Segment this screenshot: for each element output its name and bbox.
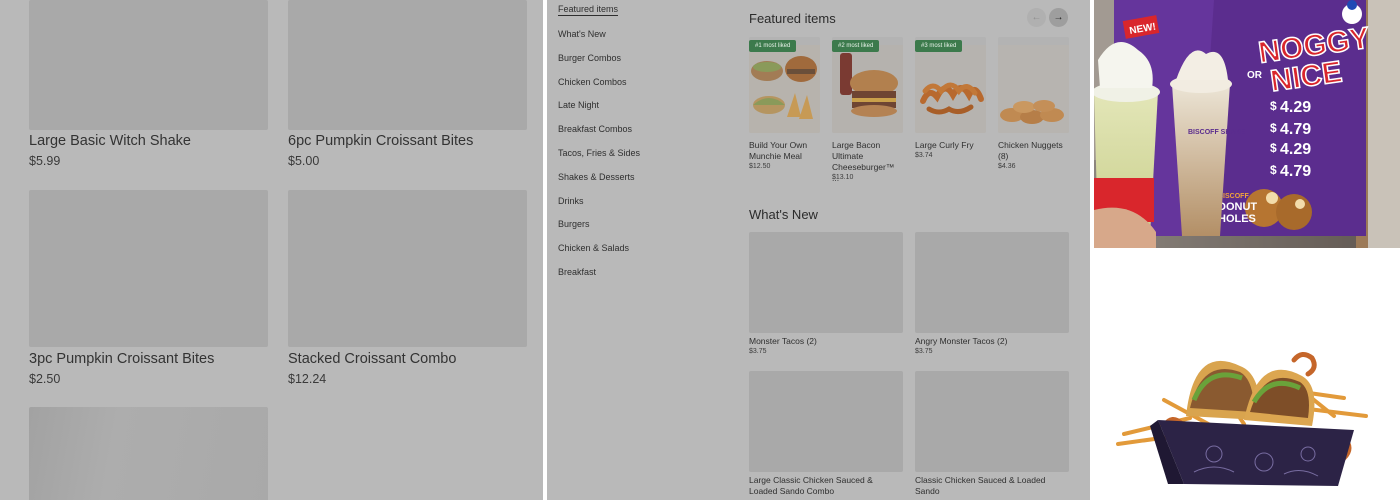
svg-text:HOLES: HOLES	[1218, 213, 1256, 225]
product-price: $12.24	[288, 372, 327, 386]
product-name[interactable]: 3pc Pumpkin Croissant Bites	[29, 351, 214, 367]
svg-text:4.29: 4.29	[1280, 99, 1311, 116]
item-price: $3.75	[915, 348, 933, 355]
sidebar-item-featured[interactable]: Featured items	[558, 4, 619, 16]
svg-text:DONUT: DONUT	[1218, 201, 1257, 213]
featured-item-price: $12.50	[749, 163, 771, 170]
featured-item-image	[998, 37, 1069, 133]
svg-text:$: $	[1270, 141, 1277, 155]
sidebar-item-late-night[interactable]: Late Night	[558, 100, 599, 110]
product-image[interactable]	[29, 407, 268, 500]
item-image	[749, 371, 903, 472]
sidebar-item-chicken-combos[interactable]: Chicken Combos	[558, 77, 627, 87]
featured-item-name: Chicken Nuggets (8)	[998, 140, 1063, 161]
item-name: Large Classic Chicken Sauced & Loaded Sa…	[749, 475, 873, 496]
svg-text:OR: OR	[1247, 70, 1263, 81]
product-name[interactable]: Large Basic Witch Shake	[29, 133, 191, 149]
item-name: Monster Tacos (2)	[749, 336, 817, 346]
product-image[interactable]	[29, 190, 268, 347]
most-liked-badge: #1 most liked	[749, 40, 797, 52]
svg-text:4.29: 4.29	[1280, 141, 1311, 158]
product-name[interactable]: Stacked Croissant Combo	[288, 351, 456, 367]
sidebar-item-burger-combos[interactable]: Burger Combos	[558, 53, 621, 63]
sidebar-item-tacos-fries-sides[interactable]: Tacos, Fries & Sides	[558, 148, 640, 158]
featured-item-price: $3.74	[915, 152, 933, 159]
svg-text:BISCOFF SHAKE: BISCOFF SHAKE	[1188, 129, 1246, 136]
product-image[interactable]	[29, 0, 268, 130]
svg-text:4.79: 4.79	[1280, 121, 1311, 138]
sidebar-item-shakes-desserts[interactable]: Shakes & Desserts	[558, 172, 635, 182]
sidebar-item-drinks[interactable]: Drinks	[558, 196, 584, 206]
arrow-right-icon: →	[1053, 12, 1064, 23]
item-image	[915, 232, 1069, 333]
arrow-left-icon: ←	[1031, 12, 1042, 23]
product-price: $5.00	[288, 154, 320, 168]
most-liked-badge: #2 most liked	[832, 40, 880, 52]
item-name: Angry Monster Tacos (2)	[915, 336, 1008, 346]
sidebar-item-chicken-salads[interactable]: Chicken & Salads	[558, 243, 629, 253]
item-name: Classic Chicken Sauced & Loaded Sando	[915, 475, 1046, 496]
item-image	[749, 232, 903, 333]
screenshot-collage: Large Basic Witch Shake $5.99 6pc Pumpki…	[0, 0, 1400, 500]
product-grid-panel: Large Basic Witch Shake $5.99 6pc Pumpki…	[0, 0, 543, 500]
featured-section-title: Featured items	[749, 11, 836, 26]
carousel-next-button[interactable]: →	[1049, 8, 1068, 27]
item-image	[915, 371, 1069, 472]
svg-text:$: $	[1270, 121, 1277, 135]
product-image[interactable]	[288, 190, 527, 347]
featured-item-name: Build Your Own Munchie Meal	[749, 140, 808, 161]
item-price: $3.75	[749, 348, 767, 355]
sidebar-item-whats-new[interactable]: What's New	[558, 29, 606, 39]
promo-photo: NEW! NOGGY OR NICE $4.29 $4.79 $4.29 $4.…	[1094, 0, 1400, 248]
svg-text:$: $	[1270, 99, 1277, 113]
most-liked-badge: #3 most liked	[915, 40, 963, 52]
menu-panel: Featured items What's New Burger Combos …	[547, 0, 1090, 500]
carousel-prev-button[interactable]: ←	[1027, 8, 1046, 27]
product-price: $2.50	[29, 372, 61, 386]
featured-item-price: $4.36	[998, 163, 1016, 170]
featured-item-name: Large Curly Fry	[915, 140, 974, 150]
tacos-fries-render	[1094, 248, 1400, 500]
sidebar-item-breakfast[interactable]: Breakfast	[558, 267, 596, 277]
product-image[interactable]	[288, 0, 527, 130]
svg-text:4.79: 4.79	[1280, 163, 1311, 180]
product-name[interactable]: 6pc Pumpkin Croissant Bites	[288, 133, 473, 149]
sidebar-item-burgers[interactable]: Burgers	[558, 219, 590, 229]
whats-new-section-title: What's New	[749, 207, 818, 222]
product-price: $5.99	[29, 154, 61, 168]
svg-text:$: $	[1270, 163, 1277, 177]
featured-item-price: $13.10	[832, 174, 854, 181]
sidebar-item-breakfast-combos[interactable]: Breakfast Combos	[558, 124, 632, 134]
